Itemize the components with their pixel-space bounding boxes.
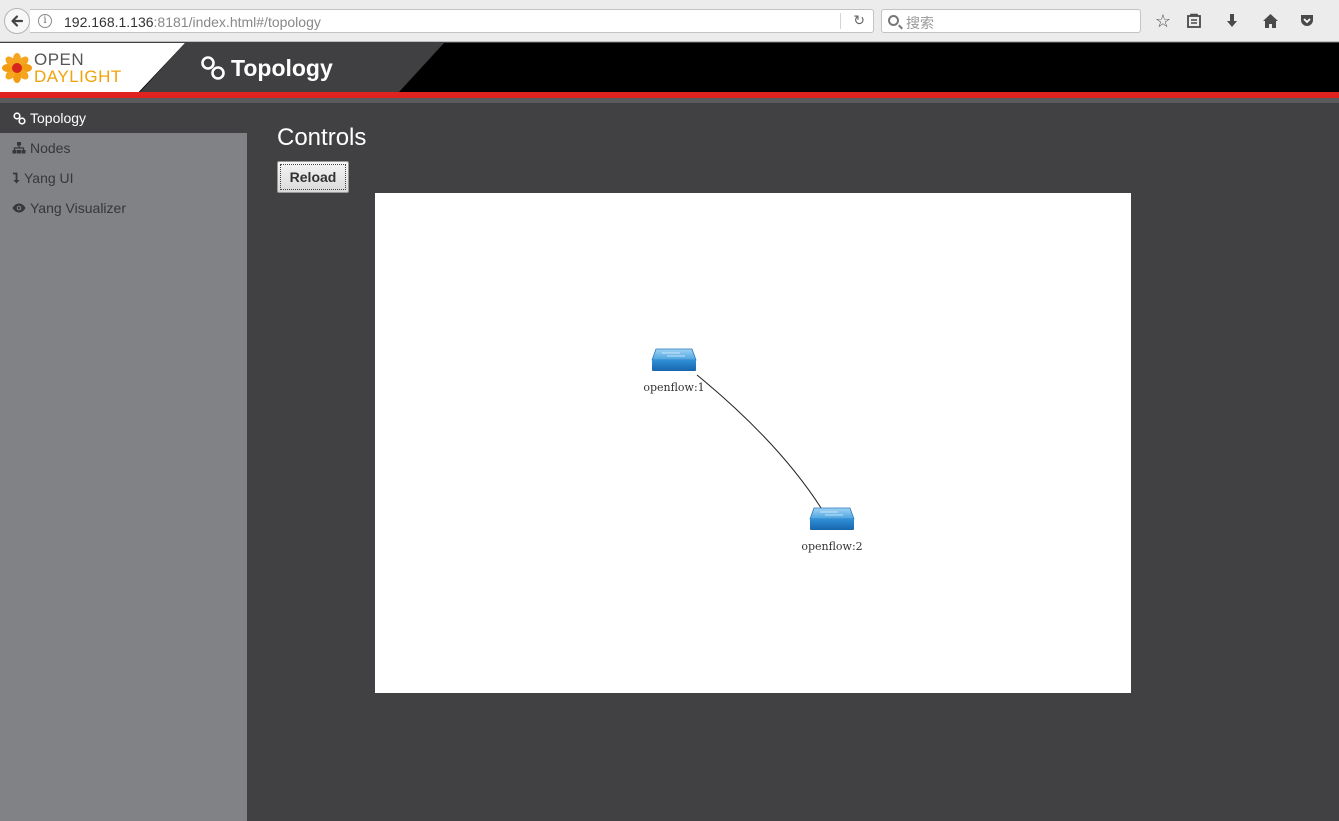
level-down-icon	[12, 172, 20, 184]
library-icon[interactable]	[1183, 10, 1205, 32]
switch-icon	[651, 348, 697, 361]
node-label: openflow:2	[801, 540, 862, 553]
page-title: Topology	[231, 55, 333, 81]
star-icon[interactable]: ☆	[1152, 10, 1174, 32]
logo-text-daylight: DAYLIGHT	[34, 67, 122, 86]
controls-heading: Controls	[277, 124, 367, 151]
search-icon	[888, 15, 899, 26]
info-icon[interactable]: i	[38, 14, 52, 28]
url-text[interactable]: 192.168.1.136:8181/index.html#/topology	[64, 14, 321, 30]
link-icon	[12, 111, 26, 125]
topology-icon	[200, 55, 226, 81]
url-host: 192.168.1.136	[64, 14, 154, 30]
switch-icon	[809, 507, 855, 520]
pocket-icon[interactable]	[1296, 10, 1318, 32]
sidebar-item-nodes[interactable]: Nodes	[0, 133, 247, 163]
switch-node-openflow-2[interactable]: openflow:2	[801, 507, 863, 553]
eye-icon	[12, 203, 26, 213]
sidebar-item-yang-visualizer[interactable]: Yang Visualizer	[0, 193, 247, 223]
sitemap-icon	[12, 142, 26, 154]
node-label: openflow:1	[643, 381, 704, 394]
back-button[interactable]	[4, 8, 30, 34]
url-path: :8181/index.html#/topology	[153, 14, 321, 30]
download-icon[interactable]	[1221, 10, 1243, 32]
topology-canvas[interactable]: openflow:1 openflow:2	[375, 193, 1131, 693]
sidebar-item-label: Topology	[30, 110, 87, 126]
sidebar-item-label: Yang UI	[24, 170, 74, 186]
sidebar-item-topology[interactable]: Topology	[0, 103, 247, 133]
logo-text-open: OPEN	[34, 50, 85, 69]
flower-icon	[2, 53, 32, 83]
browser-toolbar: i 192.168.1.136:8181/index.html#/topolog…	[0, 0, 1339, 42]
address-bar[interactable]: i 192.168.1.136:8181/index.html#/topolog…	[30, 9, 874, 33]
switch-node-openflow-1[interactable]: openflow:1	[643, 348, 705, 394]
arrow-left-icon	[11, 15, 24, 27]
home-icon[interactable]	[1259, 10, 1281, 32]
app-header: OPEN DAYLIGHT Topology	[0, 43, 1339, 92]
topology-link[interactable]	[696, 374, 824, 512]
search-placeholder: 搜索	[906, 15, 934, 31]
sidebar-item-label: Yang Visualizer	[30, 200, 126, 216]
refresh-icon[interactable]: ↻	[853, 12, 865, 29]
search-field[interactable]: 搜索	[881, 9, 1141, 33]
sidebar-item-label: Nodes	[30, 140, 71, 156]
page-title-banner: Topology	[140, 43, 444, 92]
reload-button[interactable]: Reload	[277, 161, 349, 193]
main-content: Controls Reload openflow:1 openflow:2	[247, 103, 1339, 821]
url-separator	[840, 13, 841, 29]
sidebar: Topology Nodes Yang UI Yang Visualizer	[0, 103, 247, 821]
sidebar-item-yang-ui[interactable]: Yang UI	[0, 163, 247, 193]
topology-graph[interactable]: openflow:1 openflow:2	[375, 193, 1131, 693]
